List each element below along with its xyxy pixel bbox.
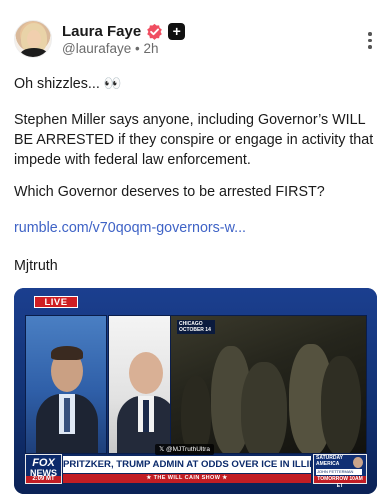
verified-badge-icon — [147, 23, 163, 40]
post-text-question: Which Governor deserves to be arrested F… — [14, 184, 325, 200]
more-options-icon[interactable] — [367, 32, 373, 50]
post-card: Laura Faye + @laurafaye • 2h Oh shizzles… — [0, 0, 391, 500]
post-tag-line: Mjtruth — [14, 258, 58, 274]
timestamp[interactable]: 2h — [144, 41, 159, 56]
anchor-panel — [25, 315, 107, 454]
live-badge: LIVE — [34, 296, 78, 308]
separator: • — [135, 41, 140, 56]
promo-box: SATURDAY AMERICA JOHN FETTERMAN TOMORROW… — [313, 454, 367, 489]
name-row: Laura Faye + — [62, 20, 186, 42]
promo-time: TOMORROW 10AM ET — [314, 476, 366, 489]
x-logo-icon: 𝕏 — [159, 446, 167, 453]
chyron-headline: PRITZKER, TRUMP ADMIN AT ODDS OVER ICE I… — [63, 456, 311, 473]
avatar[interactable] — [14, 20, 52, 58]
news-chyron: 𝕏 @MJTruthUltra FOX NEWS 2:09 MT PRITZKE… — [25, 444, 367, 489]
show-bar: ★ THE WILL CAIN SHOW ★ — [63, 474, 311, 483]
handle[interactable]: @laurafaye — [62, 41, 131, 56]
watermark: 𝕏 @MJTruthUltra — [155, 444, 214, 455]
post-header: Laura Faye + @laurafaye • 2h — [14, 20, 379, 62]
display-name[interactable]: Laura Faye — [62, 23, 141, 40]
handle-row: @laurafaye • 2h — [62, 41, 159, 56]
watermark-handle: @MJTruthUltra — [166, 446, 210, 453]
broadcast-clock: 2:09 MT — [26, 476, 61, 483]
promo-guest: JOHN FETTERMAN — [316, 469, 362, 475]
location-tag: CHICAGO OCTOBER 14 — [177, 320, 215, 334]
video-thumbnail[interactable]: LIVE CHICAGO OCTOBER 14 𝕏 @MJTruthUltra … — [14, 288, 377, 494]
post-text-paragraph-2: Stephen Miller says anyone, including Go… — [14, 112, 374, 168]
promo-guest-photo — [353, 457, 363, 468]
fox-news-logo: FOX NEWS 2:09 MT — [25, 454, 62, 484]
plus-badge-icon: + — [168, 22, 186, 40]
footage-panel: CHICAGO OCTOBER 14 — [170, 315, 367, 454]
post-link[interactable]: rumble.com/v70qoqm-governors-w... — [14, 218, 379, 238]
promo-line-2: AMERICA — [316, 461, 340, 467]
post-text-line-1: Oh shizzles... 👀 — [14, 76, 122, 92]
